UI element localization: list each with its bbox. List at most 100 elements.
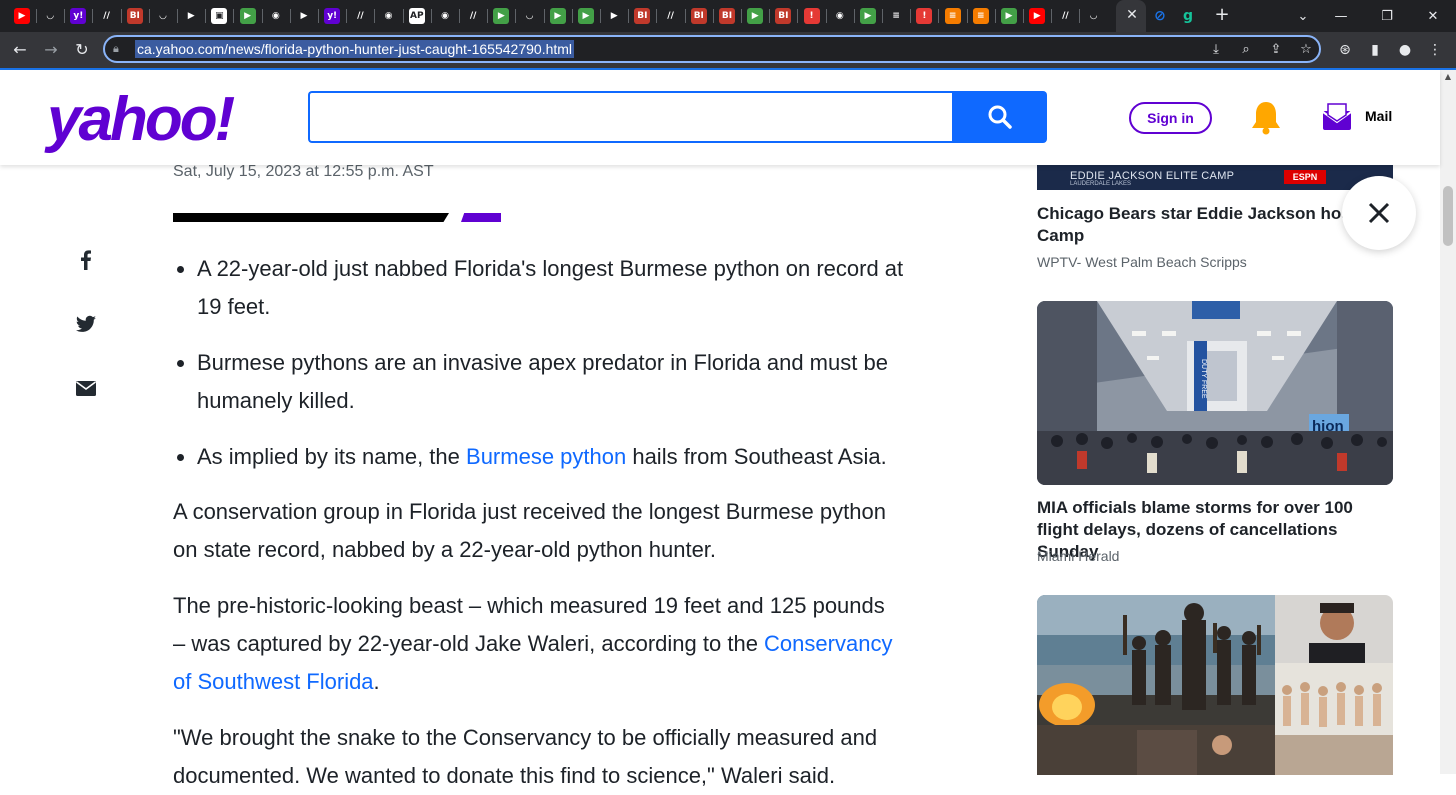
key-point: As implied by its name, the Burmese pyth… [177,438,917,476]
yahoo-favicon-icon[interactable]: y! [324,8,341,24]
facebook-share-icon[interactable] [74,248,98,272]
lock-icon[interactable]: 🔒︎ [113,42,127,56]
scrollbar-thumb[interactable] [1443,186,1453,246]
yahoo-logo[interactable]: yahoo! [47,84,235,155]
slash-icon[interactable]: // [465,8,482,24]
play-icon[interactable]: ▶ [747,8,764,24]
globe-icon[interactable]: ◉ [380,8,397,24]
bookmark-icon[interactable]: ≡ [972,8,989,24]
side-panel-icon[interactable]: ▮ [1366,41,1384,59]
business-insider-icon[interactable]: BI [719,8,735,24]
address-bar[interactable]: 🔒︎ ca.yahoo.com/news/florida-python-hunt… [103,35,1321,63]
minimize-button[interactable]: — [1318,0,1364,32]
page-scrollbar[interactable] [1440,70,1456,774]
yahoo-favicon-icon[interactable]: y! [70,8,87,24]
slash-icon[interactable]: // [1057,8,1074,24]
tab-separator [459,9,460,23]
news-icon[interactable]: ≡ [888,8,905,24]
tab-separator [825,9,827,23]
tab-separator [177,9,178,23]
slash-icon[interactable]: // [98,8,115,24]
tab-separator [205,9,207,23]
sign-in-button[interactable]: Sign in [1129,102,1212,134]
business-insider-icon[interactable]: BI [126,8,143,24]
bookmark-star-icon[interactable]: ☆ [1297,41,1315,59]
bookmark-icon[interactable]: ≡ [944,8,961,24]
shield-icon[interactable]: ◡ [521,8,538,24]
tab-separator [600,9,601,23]
play-icon[interactable]: ▶ [1001,8,1017,24]
install-app-icon[interactable]: ⤓ [1207,41,1225,59]
close-sidebar-button[interactable] [1342,176,1416,250]
article-paragraph: "We brought the snake to the Conservancy… [173,725,878,788]
ap-icon[interactable]: AP [408,8,425,24]
menu-icon[interactable]: ⋮ [1426,41,1444,59]
pin-icon[interactable]: ! [916,8,933,24]
survivor-thumbnail[interactable] [1037,595,1393,775]
globe-icon[interactable]: ◉ [831,8,848,24]
youtube-icon[interactable]: ▶ [1029,8,1046,24]
close-tab-icon[interactable]: ✕ [1123,6,1141,24]
business-insider-icon[interactable]: BI [690,8,707,24]
url-text[interactable]: ca.yahoo.com/news/florida-python-hunter-… [135,40,575,58]
flag-icon[interactable]: ▶ [606,8,623,24]
tab-separator [994,9,996,23]
tab-separator [402,9,404,23]
image-icon[interactable]: ▣ [211,8,228,24]
browser-tab-strip: ▶ ◡ y! // BI ◡ ▶ ▣ ▶ ◉ ▶ y! // ◉ AP ◉ // ▶ ◡ ▶ ▶ ▶ BI // BI BI ▶ BI… [0,0,1456,32]
email-share-icon[interactable] [74,376,98,400]
flag-icon[interactable]: ▶ [183,8,200,24]
tab-separator [261,9,263,23]
close-window-button[interactable]: ✕ [1410,0,1456,32]
pin-icon[interactable]: ! [803,8,820,24]
profile-icon[interactable]: ● [1396,41,1414,59]
business-insider-icon[interactable]: BI [775,8,792,24]
play-icon[interactable]: ▶ [578,8,594,24]
duty-free-sign: DUTY FREE [1200,359,1207,399]
tab-separator [966,9,968,23]
tab-separator [741,9,742,23]
espn-logo: ESPN [1284,170,1326,184]
shield-icon[interactable]: ◡ [155,8,171,24]
site-header: yahoo! Sign in Mail [0,70,1440,165]
tab-separator [938,9,940,23]
forward-button[interactable]: → [40,39,62,61]
airport-thumbnail[interactable]: DUTY FREE hion [1037,301,1393,485]
new-tab-button[interactable]: + [1212,5,1232,25]
notification-bell-icon[interactable] [1250,100,1282,136]
divider-bar [173,213,449,222]
play-icon[interactable]: ▶ [549,8,566,24]
play-icon[interactable]: ▶ [860,8,876,24]
mail-link[interactable]: Mail [1365,108,1392,124]
tab-separator [1023,9,1024,23]
search-button[interactable] [952,91,1047,143]
maximize-button[interactable]: ❐ [1364,0,1410,32]
mail-icon[interactable] [1322,103,1352,131]
shield-icon[interactable]: ◡ [42,8,59,24]
back-button[interactable]: ← [9,39,31,61]
reload-button[interactable]: ↻ [71,39,93,61]
extensions-icon[interactable]: ⊛ [1336,41,1354,59]
play-icon[interactable]: ▶ [239,8,256,24]
globe-icon[interactable]: ◉ [267,8,284,24]
search-input[interactable] [308,91,952,143]
shield-icon[interactable]: ◡ [1085,8,1102,24]
scroll-up-arrow-icon[interactable]: ▲ [1443,72,1453,81]
burmese-python-link[interactable]: Burmese python [466,444,626,469]
zoom-icon[interactable]: ⌕ [1237,41,1255,59]
flag-icon[interactable]: ▶ [296,8,312,24]
tab-separator [910,9,912,23]
eddie-jackson-thumbnail[interactable]: EDDIE JACKSON ELITE CAMP LAUDERDALE LAKE… [1037,165,1393,190]
business-insider-icon[interactable]: BI [634,8,651,24]
article-date: Sat, July 15, 2023 at 12:55 p.m. AST [173,163,434,180]
twitter-share-icon[interactable] [74,312,98,336]
key-point: Burmese pythons are an invasive apex pre… [177,344,917,420]
slash-icon[interactable]: // [352,8,369,24]
share-icon[interactable]: ⇪ [1267,41,1285,59]
globe-icon[interactable]: ◉ [437,8,453,24]
slash-icon[interactable]: // [662,8,679,24]
youtube-icon[interactable]: ▶ [14,8,30,24]
link-icon[interactable]: ⊘ [1152,8,1168,24]
grammarly-icon[interactable]: g [1180,8,1196,24]
play-icon[interactable]: ▶ [493,8,510,24]
